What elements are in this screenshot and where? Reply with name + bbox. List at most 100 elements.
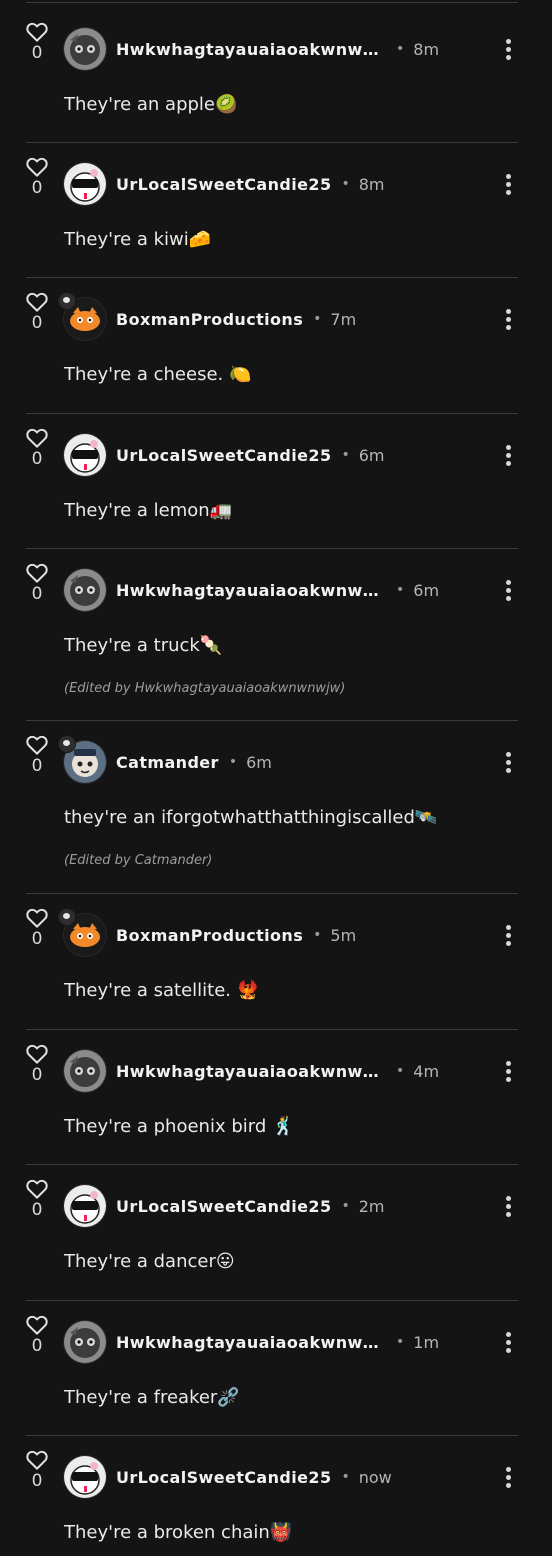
separator-dot: • xyxy=(341,447,350,463)
more-vertical-icon xyxy=(500,580,516,601)
separator-dot: • xyxy=(313,927,322,943)
more-vertical-icon xyxy=(500,1061,516,1082)
like-count: 0 xyxy=(31,313,43,333)
comment-header: UrLocalSweetCandie25 • 6m xyxy=(116,443,385,467)
heart-icon xyxy=(24,1450,50,1470)
more-vertical-icon xyxy=(500,925,516,946)
separator-dot: • xyxy=(228,754,238,770)
like-count: 0 xyxy=(31,584,43,604)
comment-time: 8m xyxy=(413,39,440,59)
more-vertical-icon xyxy=(500,309,516,330)
comment-text: They're a truck🍡 xyxy=(64,635,223,656)
like-count: 0 xyxy=(31,178,43,198)
more-options-button[interactable] xyxy=(500,443,516,467)
more-options-button[interactable] xyxy=(500,307,516,331)
like-button[interactable]: 0 xyxy=(24,563,50,603)
more-vertical-icon xyxy=(500,445,516,466)
separator-dot: • xyxy=(396,1063,405,1079)
heart-icon xyxy=(24,735,50,755)
more-vertical-icon xyxy=(500,174,516,195)
more-options-button[interactable] xyxy=(500,1194,516,1218)
like-count: 0 xyxy=(31,1200,43,1220)
user-avatar[interactable] xyxy=(64,434,106,476)
like-button[interactable]: 0 xyxy=(24,1315,50,1355)
edited-note: (Edited by Hwkwhagtayauaiaoakwnwnwjw) xyxy=(64,681,346,696)
comment-text: They're a broken chain👹 xyxy=(64,1522,293,1543)
more-options-button[interactable] xyxy=(500,1330,516,1354)
heart-icon xyxy=(24,1044,50,1064)
heart-icon xyxy=(24,1179,50,1199)
like-count: 0 xyxy=(31,449,43,469)
more-options-button[interactable] xyxy=(500,37,516,61)
comment-text: They're a lemon🚛 xyxy=(64,500,233,521)
comment-time: 1m xyxy=(413,1332,440,1352)
username-link[interactable]: UrLocalSweetCandie25 xyxy=(116,175,331,194)
comment-divider xyxy=(26,413,518,414)
comment-header: BoxmanProductions • 5m xyxy=(116,923,356,947)
comment-time: 4m xyxy=(413,1061,440,1081)
comment-text: They're a kiwi🧀 xyxy=(64,229,212,250)
edited-note: (Edited by Catmander) xyxy=(64,853,213,868)
comment-header: Hwkwhagtayauaiaoakwnwn… • 4m xyxy=(116,1059,439,1083)
user-avatar[interactable] xyxy=(64,1321,106,1363)
more-options-button[interactable] xyxy=(500,578,516,602)
username-link[interactable]: Hwkwhagtayauaiaoakwnwn… xyxy=(116,1062,386,1081)
separator-dot: • xyxy=(396,582,405,598)
chat-bubble-icon xyxy=(58,735,76,753)
user-avatar[interactable] xyxy=(64,28,106,70)
more-vertical-icon xyxy=(500,752,516,773)
username-link[interactable]: BoxmanProductions xyxy=(116,926,303,945)
username-link[interactable]: UrLocalSweetCandie25 xyxy=(116,446,331,465)
comment-time: 6m xyxy=(246,752,272,772)
comment-divider xyxy=(26,1164,518,1165)
comment-header: Hwkwhagtayauaiaoakwnwn… • 1m xyxy=(116,1330,439,1354)
separator-dot: • xyxy=(341,1198,350,1214)
like-button[interactable]: 0 xyxy=(24,908,50,948)
username-link[interactable]: Hwkwhagtayauaiaoakwnwn… xyxy=(116,581,386,600)
more-options-button[interactable] xyxy=(500,172,516,196)
comment-text: They're a cheese. 🍋 xyxy=(64,364,252,385)
comment-text: They're a freaker⛓️‍💥 xyxy=(64,1387,240,1408)
like-button[interactable]: 0 xyxy=(24,428,50,468)
username-link[interactable]: Catmander xyxy=(116,753,219,772)
chat-bubble-icon xyxy=(58,292,76,310)
like-button[interactable]: 0 xyxy=(24,1450,50,1490)
comment-time: 6m xyxy=(358,445,385,465)
user-avatar[interactable] xyxy=(64,1456,106,1498)
user-avatar[interactable] xyxy=(64,1050,106,1092)
like-button[interactable]: 0 xyxy=(24,22,50,62)
comment-time: 6m xyxy=(413,580,440,600)
heart-icon xyxy=(24,22,50,42)
more-options-button[interactable] xyxy=(500,750,516,774)
comment-time: 7m xyxy=(330,309,357,329)
like-button[interactable]: 0 xyxy=(24,292,50,332)
separator-dot: • xyxy=(313,311,322,327)
user-avatar[interactable] xyxy=(64,569,106,611)
user-avatar[interactable] xyxy=(64,163,106,205)
comment-divider xyxy=(26,893,518,894)
username-link[interactable]: BoxmanProductions xyxy=(116,310,303,329)
like-button[interactable]: 0 xyxy=(24,1179,50,1219)
comment-text: They're a dancer😛 xyxy=(64,1251,235,1272)
like-button[interactable]: 0 xyxy=(24,1044,50,1084)
username-link[interactable]: Hwkwhagtayauaiaoakwnwn… xyxy=(116,1333,386,1352)
more-options-button[interactable] xyxy=(500,923,516,947)
username-link[interactable]: Hwkwhagtayauaiaoakwnwn… xyxy=(116,40,386,59)
username-link[interactable]: UrLocalSweetCandie25 xyxy=(116,1197,331,1216)
user-avatar[interactable] xyxy=(64,1185,106,1227)
comment-time: 8m xyxy=(358,174,385,194)
comment-header: BoxmanProductions • 7m xyxy=(116,307,356,331)
like-button[interactable]: 0 xyxy=(24,157,50,197)
heart-icon xyxy=(24,908,50,928)
comment-header: Hwkwhagtayauaiaoakwnwn… • 6m xyxy=(116,578,439,602)
like-button[interactable]: 0 xyxy=(24,735,50,775)
comment-header: UrLocalSweetCandie25 • 8m xyxy=(116,172,385,196)
more-options-button[interactable] xyxy=(500,1465,516,1489)
username-link[interactable]: UrLocalSweetCandie25 xyxy=(116,1468,331,1487)
comment-text: They're a satellite. 🐦‍🔥 xyxy=(64,980,260,1001)
more-vertical-icon xyxy=(500,39,516,60)
like-count: 0 xyxy=(31,756,43,776)
chat-bubble-icon xyxy=(58,908,76,926)
more-options-button[interactable] xyxy=(500,1059,516,1083)
comment-text: They're a phoenix bird 🕺 xyxy=(64,1116,295,1137)
